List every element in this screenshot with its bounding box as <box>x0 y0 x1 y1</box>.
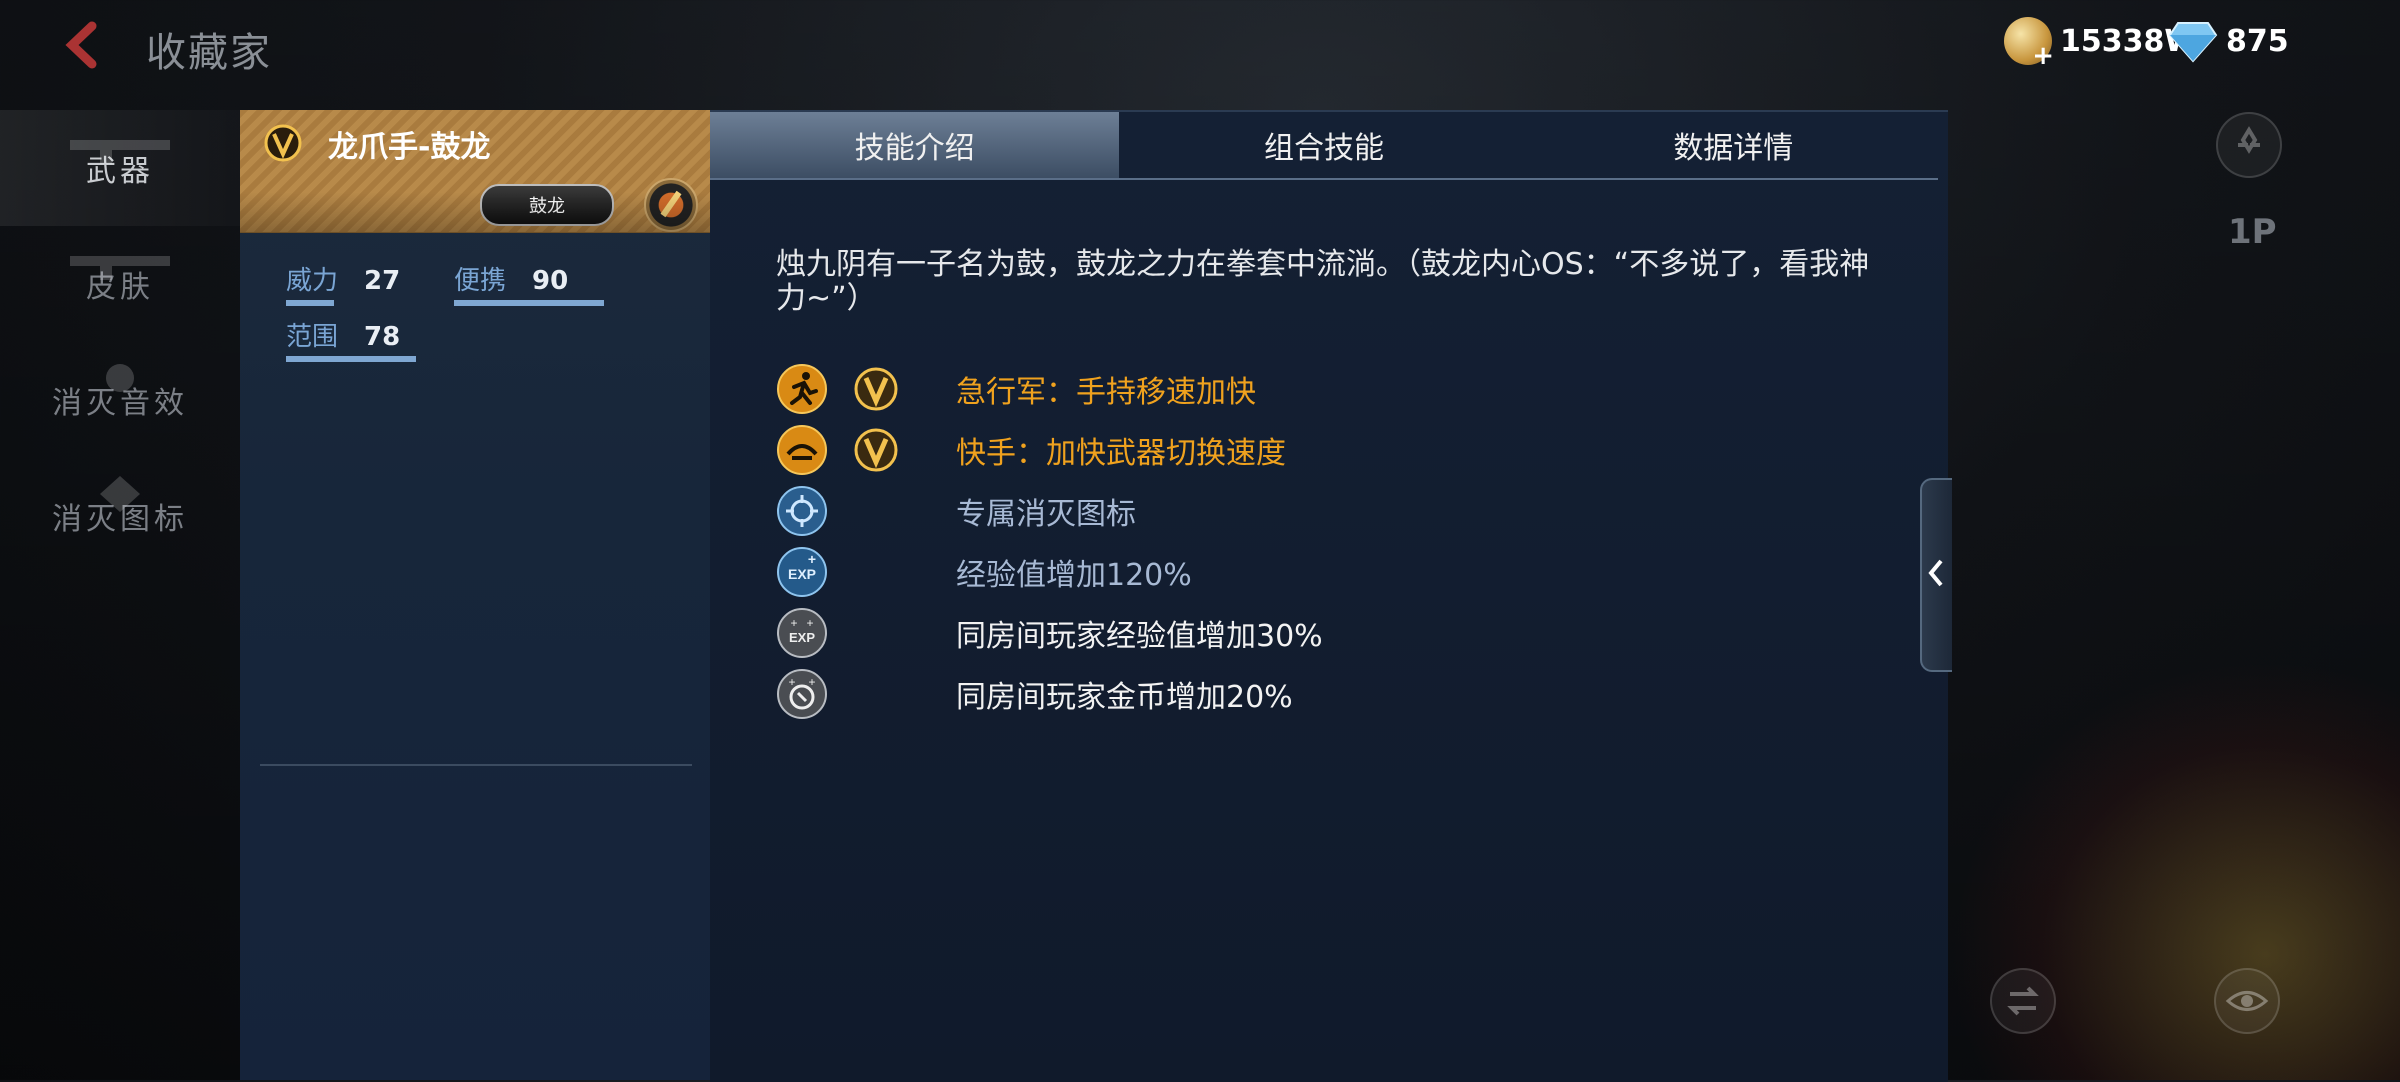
svg-text:+: + <box>806 616 813 630</box>
stat-bar <box>286 300 334 306</box>
room-coin-icon: + + <box>777 668 827 719</box>
medal-icon[interactable] <box>644 178 698 232</box>
player-label: 1P <box>2228 212 2277 252</box>
dragon-badge: 鼓龙 <box>480 184 614 226</box>
skill-text: 同房间玩家金币增加20% <box>956 679 1293 715</box>
skill-text: 专属消灭图标 <box>956 496 1136 532</box>
skill-row: EXP + 经验值增加120% <box>776 541 1776 602</box>
stat-label: 威力 <box>286 266 339 296</box>
v-rank-icon <box>264 124 302 162</box>
stat-value: 78 <box>364 322 401 352</box>
skill-row: 专属消灭图标 <box>776 480 1776 541</box>
chevron-left-icon <box>1928 559 1943 587</box>
quick-hand-icon <box>777 424 827 475</box>
running-icon <box>777 363 827 414</box>
back-arrow-icon <box>65 21 97 69</box>
svg-text:+: + <box>788 675 795 689</box>
v-rank-icon <box>854 428 898 471</box>
back-button[interactable] <box>54 20 114 70</box>
svg-text:+: + <box>808 675 815 689</box>
stat-power: 威力 27 <box>286 260 401 306</box>
tab-combo-skill[interactable]: 组合技能 <box>1119 112 1528 178</box>
svg-text:EXP: EXP <box>789 630 815 645</box>
skill-text: 同房间玩家经验值增加30% <box>956 618 1323 654</box>
side-panel-toggle[interactable] <box>1920 478 1952 672</box>
svg-text:+: + <box>808 551 816 567</box>
empty-slot <box>854 550 898 594</box>
dragon-badge-label: 鼓龙 <box>529 196 565 217</box>
v-rank-icon <box>854 367 898 410</box>
nav-item-kill-icon[interactable]: 消灭图标 <box>0 458 240 574</box>
empty-slot <box>854 611 898 655</box>
kill-icon <box>777 485 827 536</box>
empty-slot <box>854 672 898 716</box>
rifle-icon <box>70 140 170 164</box>
skill-text: 快手：加快武器切换速度 <box>956 435 1286 471</box>
tab-skill-intro[interactable]: 技能介绍 <box>710 112 1120 178</box>
skill-row: 快手：加快武器切换速度 <box>776 419 1776 480</box>
skill-row: 急行军：手持移速加快 <box>776 358 1776 419</box>
skill-row: EXP + + 同房间玩家经验值增加30% <box>776 602 1776 663</box>
stat-bar <box>454 300 604 306</box>
stat-label: 范围 <box>286 322 339 352</box>
stat-value: 90 <box>532 266 569 296</box>
diamond-currency[interactable]: 875 <box>2168 16 2289 66</box>
skin-rifle-icon <box>70 256 170 280</box>
weapon-header: 龙爪手-鼓龙 鼓龙 <box>240 110 710 233</box>
switch-view-button[interactable] <box>1990 968 2056 1034</box>
skill-list: 急行军：手持移速加快 快手：加快武器切换速度 专属消灭图标 EXP + 经验值增… <box>776 358 1776 724</box>
divider <box>260 764 692 766</box>
skill-text: 经验值增加120% <box>956 557 1192 593</box>
skill-text: 急行军：手持移速加快 <box>956 374 1256 410</box>
eye-icon <box>2225 991 2269 1011</box>
sound-icon <box>106 364 134 392</box>
diamond-icon <box>2168 22 2218 63</box>
gamepad-icon <box>2238 126 2260 154</box>
exp-icon: EXP + <box>777 546 827 597</box>
room-exp-icon: EXP + + <box>777 607 827 658</box>
page-title: 收藏家 <box>146 30 272 76</box>
weapon-name: 龙爪手-鼓龙 <box>328 130 491 165</box>
nav-item-skin[interactable]: 皮肤 <box>0 226 240 342</box>
tab-data-details[interactable]: 数据详情 <box>1529 112 1938 178</box>
empty-slot <box>854 489 898 533</box>
nav-item-weapon[interactable]: 武器 <box>0 110 240 226</box>
weapon-description: 烛九阴有一子名为鼓，鼓龙之力在拳套中流淌。（鼓龙内心OS：“不多说了，看我神力~… <box>776 247 1870 316</box>
diamond-amount: 875 <box>2226 23 2289 59</box>
gold-coin-icon <box>2004 17 2054 71</box>
stat-label: 便携 <box>454 266 507 296</box>
nav-item-kill-sound[interactable]: 消灭音效 <box>0 342 240 458</box>
stat-value: 27 <box>364 266 401 296</box>
stat-bar <box>286 356 416 362</box>
gamepad-button[interactable] <box>2216 112 2282 178</box>
left-nav: 武器 皮肤 消灭音效 消灭图标 <box>0 110 240 574</box>
svg-text:EXP: EXP <box>788 566 816 582</box>
svg-text:+: + <box>790 616 797 630</box>
skill-row: + + 同房间玩家金币增加20% <box>776 663 1776 724</box>
weapon-info-panel: 龙爪手-鼓龙 鼓龙 威力 27 便携 90 范围 78 <box>240 110 712 1080</box>
emblem-icon <box>100 476 140 512</box>
stat-range: 范围 78 <box>286 316 416 362</box>
stat-portability: 便携 90 <box>454 260 604 306</box>
skill-panel: 技能介绍 组合技能 数据详情 烛九阴有一子名为鼓，鼓龙之力在拳套中流淌。（鼓龙内… <box>710 110 1948 1082</box>
tab-bar: 技能介绍 组合技能 数据详情 <box>710 112 1938 180</box>
swap-icon <box>2007 986 2039 1016</box>
preview-toggle-button[interactable] <box>2214 968 2280 1034</box>
